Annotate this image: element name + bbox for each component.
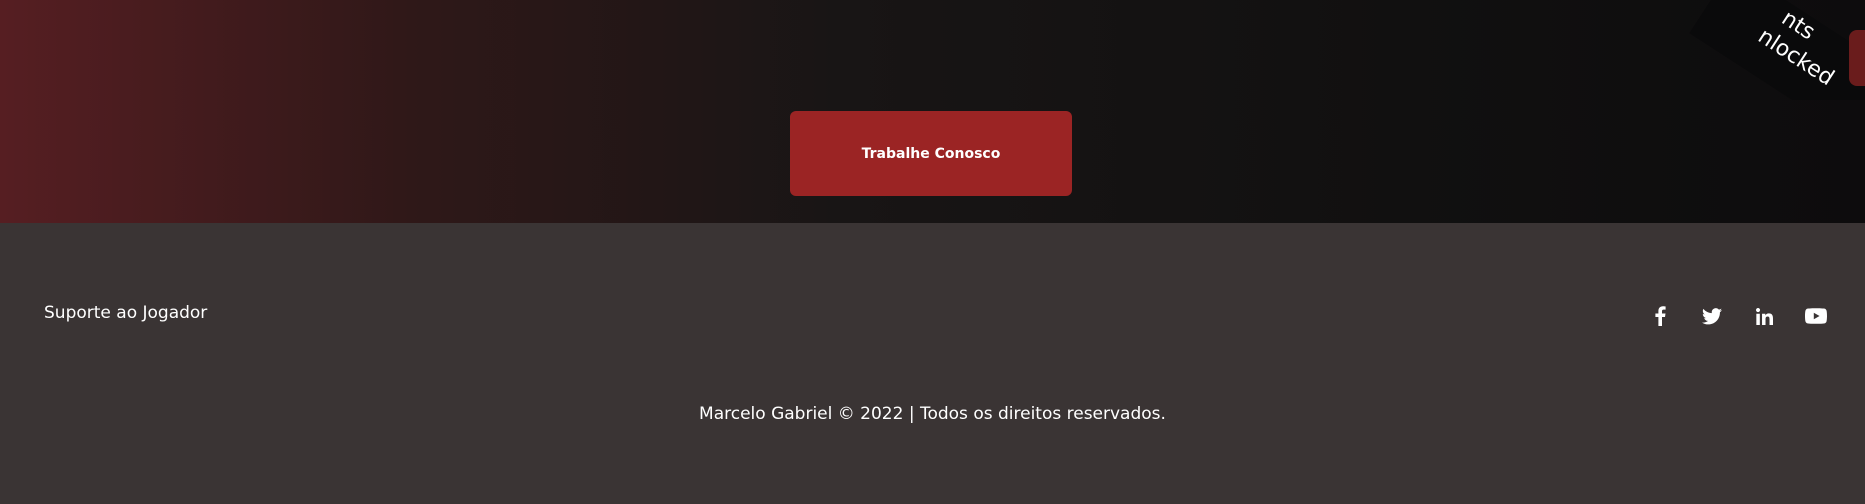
page: Trabalhe Conosco nts nlocked Suporte ao … [0,0,1865,504]
facebook-link[interactable] [1647,303,1673,329]
ribbon-banner: nts nlocked [1689,0,1865,100]
ribbon-corner-icon [1849,30,1865,86]
linkedin-link[interactable] [1751,303,1777,329]
hero-section: Trabalhe Conosco nts nlocked [0,0,1865,223]
footer: Suporte ao Jogador Marcelo Gabriel © 202… [0,223,1865,504]
facebook-icon [1655,306,1666,326]
work-with-us-label: Trabalhe Conosco [861,145,1001,162]
youtube-link[interactable] [1803,303,1829,329]
work-with-us-button[interactable]: Trabalhe Conosco [790,111,1072,196]
achievement-ribbon: nts nlocked [1665,0,1865,100]
linkedin-icon [1755,307,1773,325]
player-support-link[interactable]: Suporte ao Jogador [44,303,207,323]
copyright-text: Marcelo Gabriel © 2022 | Todos os direit… [699,404,1166,424]
youtube-icon [1805,308,1827,324]
social-links [1621,303,1829,329]
twitter-link[interactable] [1699,303,1725,329]
twitter-icon [1702,307,1722,324]
